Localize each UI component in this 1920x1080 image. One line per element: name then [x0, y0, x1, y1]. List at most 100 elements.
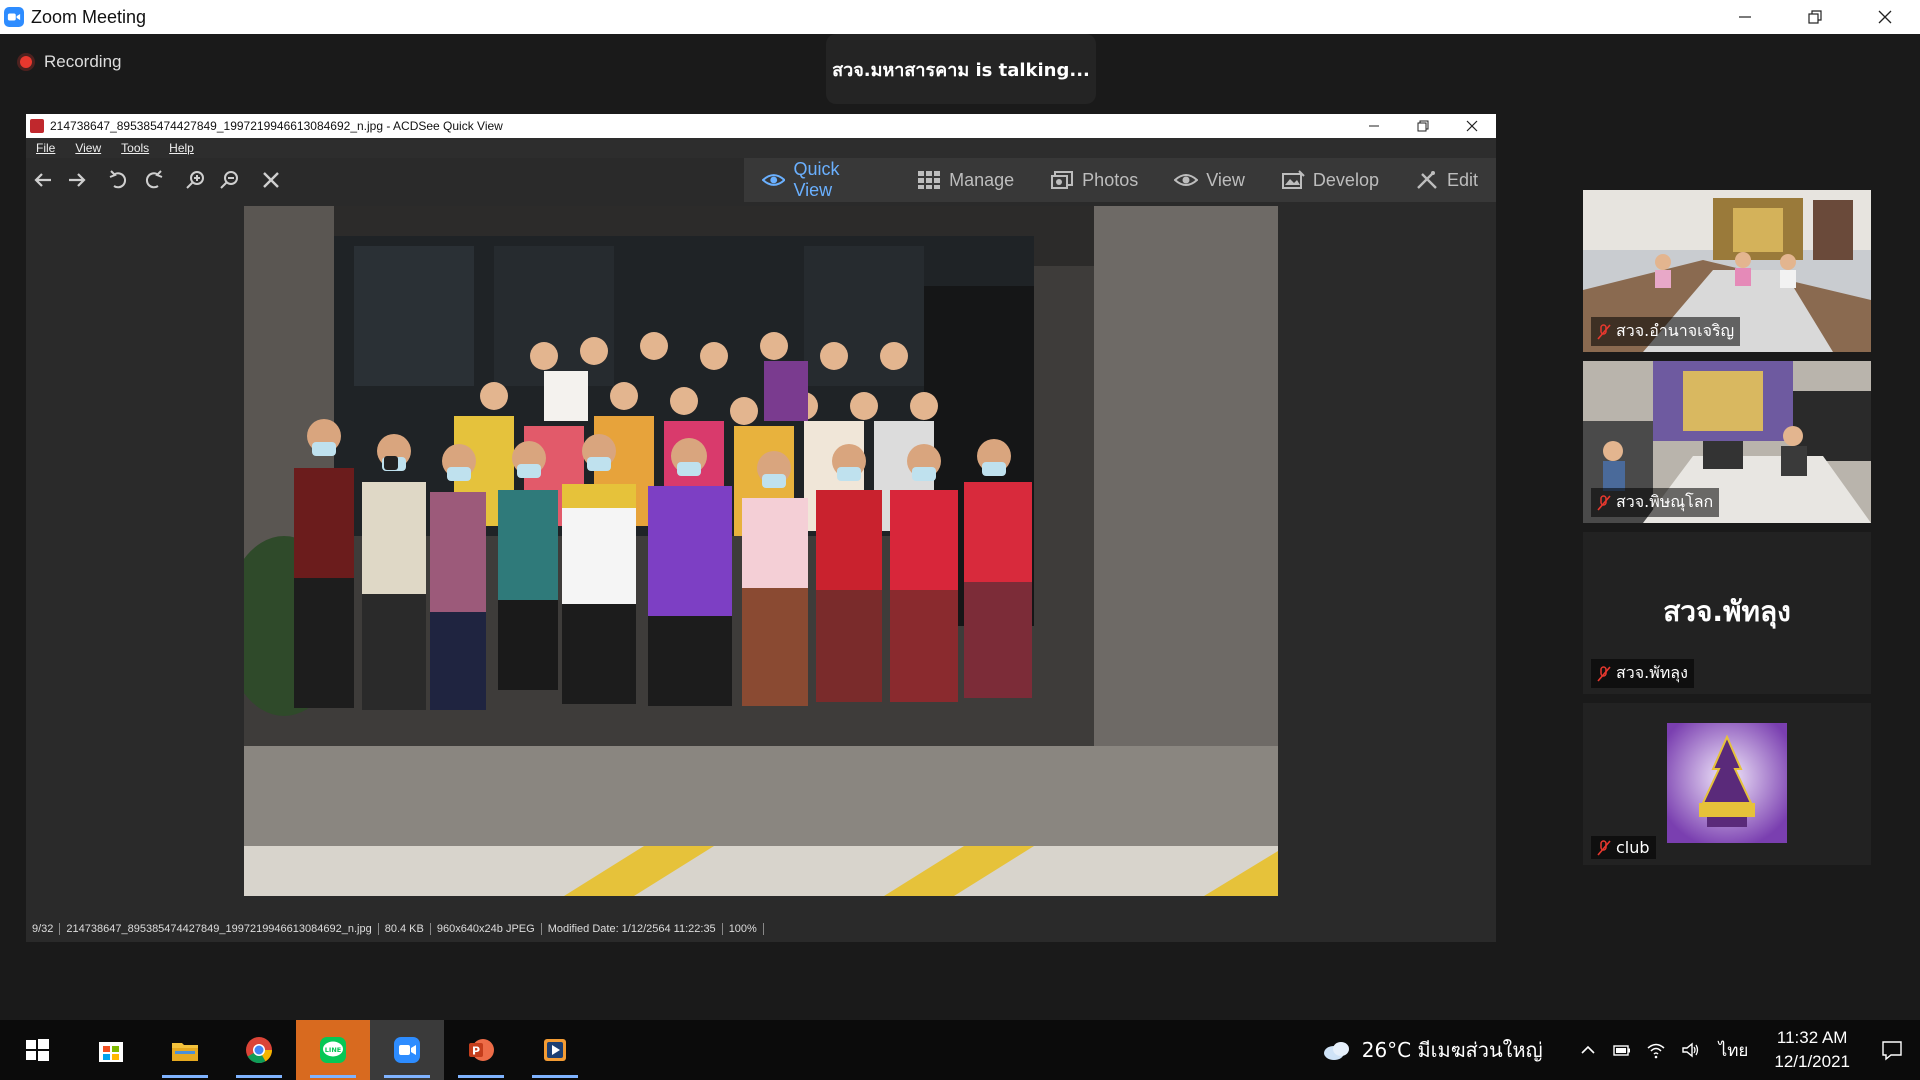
menu-view[interactable]: View [65, 141, 111, 155]
zoom-out-button[interactable] [212, 163, 246, 197]
start-button[interactable] [0, 1020, 74, 1080]
recording-dot-icon [20, 56, 32, 68]
mode-develop[interactable]: Develop [1263, 158, 1397, 202]
show-hidden-icons-button[interactable] [1571, 1020, 1605, 1080]
store-icon [99, 1042, 123, 1062]
close-image-button[interactable] [254, 163, 288, 197]
rotate-right-button[interactable] [136, 163, 170, 197]
participant-nameplate: สวจ.อำนาจเจริญ [1591, 317, 1741, 346]
action-center-button[interactable] [1864, 1020, 1920, 1080]
running-indicator [162, 1075, 208, 1078]
taskbar-store[interactable] [74, 1020, 148, 1080]
svg-text:LINE: LINE [325, 1046, 341, 1054]
status-modified-date: Modified Date: 1/12/2564 11:22:35 [542, 923, 723, 935]
develop-icon [1281, 170, 1305, 189]
mic-muted-icon [1597, 839, 1611, 856]
status-zoom-level: 100% [723, 923, 764, 935]
folder-icon [172, 1043, 198, 1061]
taskbar-file-explorer[interactable] [148, 1020, 222, 1080]
volume-button[interactable] [1673, 1020, 1707, 1080]
battery-button[interactable] [1605, 1020, 1639, 1080]
chevron-up-icon [1581, 1045, 1595, 1054]
close-button[interactable] [1850, 0, 1920, 34]
recording-indicator[interactable]: Recording [20, 52, 122, 72]
notification-icon [1882, 1041, 1902, 1061]
rotate-left-icon [109, 170, 127, 189]
group-photo-image [244, 206, 1278, 896]
club-logo-image [1667, 723, 1787, 843]
system-tray: 26°C มีเมฆส่วนใหญ่ ไทย 11:32 AM 12/1/202… [1322, 1020, 1920, 1080]
mode-edit[interactable]: Edit [1397, 158, 1496, 202]
status-file-size: 80.4 KB [379, 923, 431, 935]
acdsee-menu-bar: File View Tools Help [26, 138, 1496, 158]
arrow-left-icon [34, 173, 51, 187]
mode-manage[interactable]: Manage [899, 158, 1032, 202]
status-image-index: 9/32 [26, 923, 61, 935]
image-viewer[interactable] [26, 202, 1496, 904]
mode-label: Photos [1082, 169, 1139, 190]
minimize-button[interactable] [1710, 0, 1780, 34]
weather-widget[interactable]: 26°C มีเมฆส่วนใหญ่ [1322, 1034, 1543, 1066]
svg-text:P: P [472, 1045, 480, 1058]
acdsee-window-title: 214738647_895385474427849_19972199466130… [50, 119, 503, 133]
zoom-title-bar: Zoom Meeting [0, 0, 1920, 34]
mode-photos[interactable]: Photos [1032, 158, 1156, 202]
wifi-icon [1647, 1043, 1665, 1059]
running-indicator [384, 1075, 430, 1078]
zoom-out-icon [220, 171, 238, 189]
mic-muted-icon [1597, 494, 1611, 511]
mode-view[interactable]: View [1156, 158, 1263, 202]
next-image-button[interactable] [60, 163, 94, 197]
restore-button[interactable] [1780, 0, 1850, 34]
close-icon [1878, 10, 1892, 24]
menu-file[interactable]: File [26, 141, 65, 155]
participant-name: club [1616, 838, 1650, 857]
acdsee-minimize-button[interactable] [1349, 114, 1398, 138]
line-icon: LINE [320, 1037, 346, 1063]
rotate-right-icon [145, 170, 163, 189]
participant-tile[interactable]: สวจ.พัทลุง สวจ.พัทลุง [1583, 532, 1871, 694]
input-language-indicator[interactable]: ไทย [1707, 1037, 1761, 1064]
acdsee-close-button[interactable] [1447, 114, 1496, 138]
mode-label: View [1206, 169, 1245, 190]
zoom-in-button[interactable] [178, 163, 212, 197]
taskbar-powerpoint[interactable]: P [444, 1020, 518, 1080]
running-indicator [236, 1075, 282, 1078]
acdsee-title-bar: 214738647_895385474427849_19972199466130… [26, 114, 1496, 138]
window-title: Zoom Meeting [31, 6, 147, 27]
minimize-icon [1368, 125, 1379, 127]
media-player-icon [544, 1039, 566, 1061]
zoom-icon [394, 1037, 420, 1063]
minimize-icon [1739, 16, 1751, 18]
participant-tile[interactable]: สวจ.พิษณุโลก [1583, 361, 1871, 523]
menu-tools[interactable]: Tools [111, 141, 159, 155]
acdsee-restore-button[interactable] [1398, 114, 1447, 138]
previous-image-button[interactable] [26, 163, 60, 197]
weather-text: 26°C มีเมฆส่วนใหญ่ [1361, 1038, 1543, 1062]
mode-switcher: Quick View Manage Photos View Develop Ed… [744, 158, 1496, 202]
recording-label: Recording [44, 52, 122, 71]
rotate-left-button[interactable] [102, 163, 136, 197]
taskbar-line[interactable]: LINE [296, 1020, 370, 1080]
taskbar-chrome[interactable] [222, 1020, 296, 1080]
edit-icon [1417, 171, 1437, 189]
status-filename: 214738647_895385474427849_19972199466130… [60, 923, 379, 935]
taskbar-media-player[interactable] [518, 1020, 592, 1080]
windows-logo-icon [26, 1039, 49, 1061]
photos-icon [1051, 171, 1074, 189]
clock-date: 12/1/2021 [1774, 1052, 1850, 1071]
taskbar-zoom[interactable] [370, 1020, 444, 1080]
restore-icon [1808, 10, 1822, 24]
network-button[interactable] [1639, 1020, 1673, 1080]
running-indicator [532, 1075, 578, 1078]
mode-quick-view[interactable]: Quick View [744, 158, 899, 202]
clock[interactable]: 11:32 AM 12/1/2021 [1760, 1026, 1864, 1074]
windows-taskbar: LINE P 26°C มีเมฆส่วนใหญ่ ไทย 11:32 AM 1… [0, 1020, 1920, 1080]
participant-nameplate: สวจ.พิษณุโลก [1591, 488, 1720, 517]
menu-help[interactable]: Help [159, 141, 204, 155]
participant-tile[interactable]: สวจ.อำนาจเจริญ [1583, 190, 1871, 352]
zoom-in-icon [186, 171, 204, 189]
grid-icon [918, 171, 941, 189]
participant-tile[interactable]: club [1583, 703, 1871, 865]
arrow-right-icon [69, 173, 86, 187]
